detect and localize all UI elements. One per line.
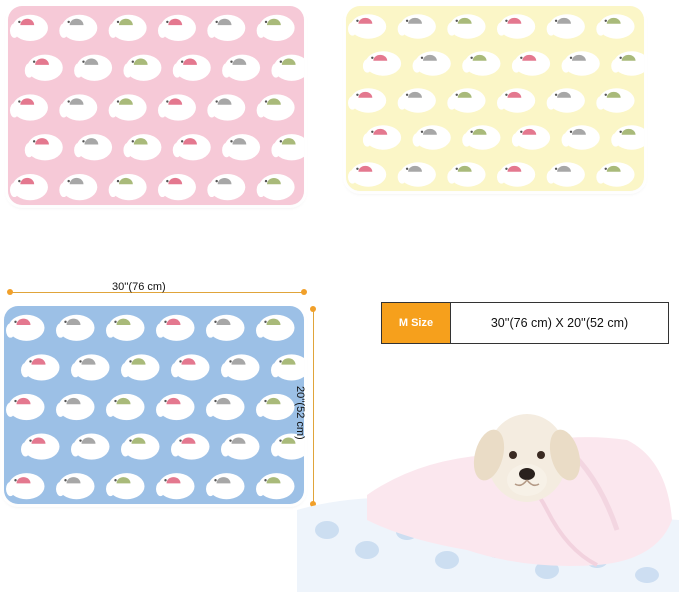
size-spec-table: M Size 30''(76 cm) X 20''(52 cm) [381,302,669,344]
blue-blanket-pattern [4,306,304,504]
size-value: 30''(76 cm) X 20''(52 cm) [490,316,629,330]
width-dimension-start-dot [7,289,13,295]
yellow-elephant-blanket [346,6,644,191]
width-dimension-end-dot [301,289,307,295]
puppy-on-blankets-photo [297,400,679,592]
size-badge: M Size [382,303,451,343]
height-dimension-start-dot [310,306,316,312]
blue-elephant-blanket [4,306,304,504]
pink-elephant-blanket [8,6,304,205]
yellow-blanket-pattern [346,6,644,191]
pink-blanket-pattern [8,6,304,205]
width-dimension-label: 30''(76 cm) [112,281,166,293]
